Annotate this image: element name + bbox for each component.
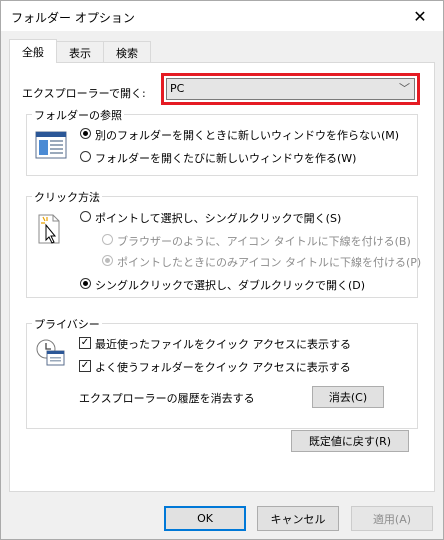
browse-new-window-label[interactable]: フォルダーを開くたびに新しいウィンドウを作る(W) [95, 150, 356, 166]
restore-defaults-label: 既定値に戻す(R) [308, 435, 392, 448]
browse-same-window-radio[interactable] [80, 128, 91, 139]
underline-always-radio[interactable] [102, 234, 113, 245]
chevron-down-icon: ﹀ [399, 82, 410, 95]
clear-history-button[interactable]: 消去(C) [312, 386, 384, 408]
tab-search-label: 検索 [116, 46, 138, 60]
tab-search[interactable]: 検索 [103, 41, 151, 63]
clear-history-button-label: 消去(C) [328, 391, 368, 404]
click-items-group: クリック方法 ポイントして選択し、シングルクリックで開く(S) ブラウザーのよう… [26, 189, 421, 298]
general-tab-panel: エクスプローラーで開く: PC ﹀ フォルダーの参照 別のフォルダーを開くときに… [9, 62, 435, 492]
recent-files-checkbox[interactable]: ✓ [79, 337, 91, 349]
open-explorer-label: エクスプローラーで開く: [22, 87, 146, 100]
single-click-radio[interactable] [80, 211, 91, 222]
pointer-click-icon [37, 213, 63, 245]
apply-button[interactable]: 適用(A) [351, 506, 433, 531]
close-button[interactable]: ✕ [397, 1, 443, 31]
ok-button[interactable]: OK [164, 506, 246, 531]
click-items-title: クリック方法 [32, 189, 102, 205]
privacy-title: プライバシー [32, 316, 102, 332]
browse-new-window-radio[interactable] [80, 151, 91, 162]
restore-defaults-button[interactable]: 既定値に戻す(R) [291, 430, 409, 452]
browse-same-window-label[interactable]: 別のフォルダーを開くときに新しいウィンドウを作らない(M) [95, 127, 399, 143]
tab-view-label: 表示 [69, 46, 91, 60]
recent-files-label[interactable]: 最近使ったファイルをクイック アクセスに表示する [95, 336, 351, 352]
cancel-button[interactable]: キャンセル [257, 506, 339, 531]
clear-history-label: エクスプローラーの履歴を消去する [79, 392, 255, 405]
title-bar: フォルダー オプション ✕ [1, 1, 443, 31]
recent-files-icon [35, 338, 67, 368]
tab-general-label: 全般 [22, 45, 44, 59]
open-explorer-combobox[interactable]: PC ﹀ [161, 73, 420, 105]
ok-label: OK [197, 512, 213, 525]
apply-label: 適用(A) [372, 512, 412, 526]
frequent-folders-label[interactable]: よく使うフォルダーをクイック アクセスに表示する [95, 359, 351, 375]
folder-window-icon [35, 131, 67, 159]
browse-folders-group: フォルダーの参照 別のフォルダーを開くときに新しいウィンドウを作らない(M) フ… [26, 107, 418, 176]
double-click-label[interactable]: シングルクリックで選択し、ダブルクリックで開く(D) [95, 277, 365, 293]
window-title: フォルダー オプション [11, 11, 135, 25]
tab-general[interactable]: 全般 [9, 39, 57, 63]
frequent-folders-checkbox[interactable]: ✓ [79, 360, 91, 372]
underline-on-point-label[interactable]: ポイントしたときにのみアイコン タイトルに下線を付ける(P) [117, 254, 421, 270]
close-icon: ✕ [413, 6, 427, 26]
folder-options-dialog: フォルダー オプション ✕ 全般 表示 検索 エクスプローラーで開く: PC ﹀… [0, 0, 444, 540]
underline-on-point-radio[interactable] [102, 255, 113, 266]
single-click-label[interactable]: ポイントして選択し、シングルクリックで開く(S) [95, 210, 341, 226]
open-explorer-value: PC [170, 82, 185, 95]
underline-always-label[interactable]: ブラウザーのように、アイコン タイトルに下線を付ける(B) [117, 233, 411, 249]
browse-folders-title: フォルダーの参照 [32, 107, 124, 123]
tab-view[interactable]: 表示 [56, 41, 104, 63]
cancel-label: キャンセル [270, 512, 326, 526]
double-click-radio[interactable] [80, 278, 91, 289]
privacy-group: プライバシー ✓ 最近使ったファイルをクイック アクセスに表示する ✓ よく使う… [26, 316, 418, 429]
